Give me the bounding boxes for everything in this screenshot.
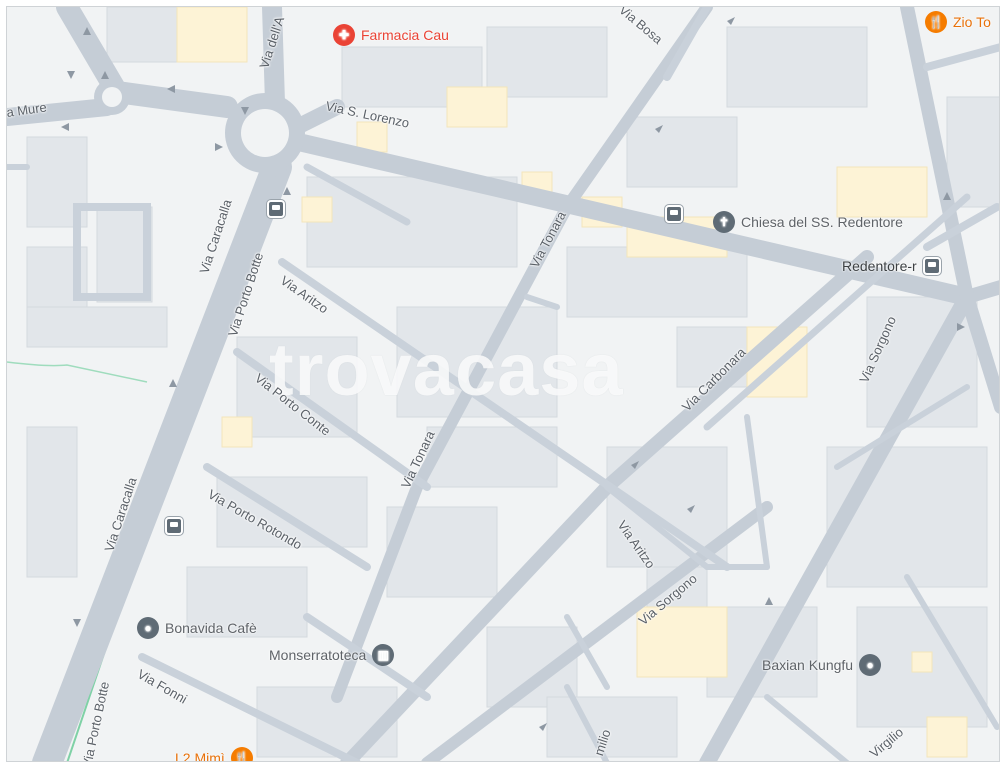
poi-label: Chiesa del SS. Redentore [741, 214, 903, 230]
poi-label: L2 Mimì [175, 750, 225, 762]
poi-label: Monserratoteca [269, 647, 367, 663]
park-edge [7, 361, 148, 383]
map-view[interactable]: trovacasa Via S. Lorenzo Via Caracalla V… [6, 6, 1000, 762]
poi-monserratoteca[interactable]: Monserratoteca ▥ [269, 644, 395, 666]
poi-label: Bonavida Cafè [165, 620, 257, 636]
poi-farmacia-cau[interactable]: ✚ Farmacia Cau [333, 24, 449, 46]
poi-bonavida-cafe[interactable]: ● Bonavida Cafè [137, 617, 257, 639]
bus-stop-icon[interactable] [267, 200, 285, 218]
poi-label: Zio To [953, 14, 991, 30]
bus-stop-icon[interactable] [165, 517, 183, 535]
restaurant-icon: 🍴 [925, 11, 947, 33]
poi-label: Redentore-r [842, 258, 917, 274]
poi-baxian-kungfu[interactable]: Baxian Kungfu ● [762, 654, 882, 676]
poi-redentore-r[interactable]: Redentore-r [842, 257, 941, 275]
small-roundabout-center [102, 87, 122, 107]
place-icon: ● [859, 654, 882, 676]
pharmacy-icon: ✚ [333, 24, 355, 46]
bus-stop-icon [922, 257, 941, 275]
watermark: trovacasa [269, 328, 624, 411]
church-icon: ✝ [713, 211, 735, 233]
poi-label: Farmacia Cau [361, 27, 449, 43]
library-icon: ▥ [372, 644, 395, 666]
bus-stop-icon[interactable] [665, 205, 683, 223]
poi-l2-mimi[interactable]: L2 Mimì 🍴 [175, 747, 253, 762]
place-icon: ● [137, 617, 159, 639]
restaurant-icon: 🍴 [230, 747, 253, 761]
poi-label: Baxian Kungfu [762, 657, 854, 673]
roundabout-center [241, 109, 289, 157]
poi-zio-to[interactable]: 🍴 Zio To [925, 11, 991, 33]
poi-chiesa-del-ss-redentore[interactable]: ✝ Chiesa del SS. Redentore [713, 211, 903, 233]
